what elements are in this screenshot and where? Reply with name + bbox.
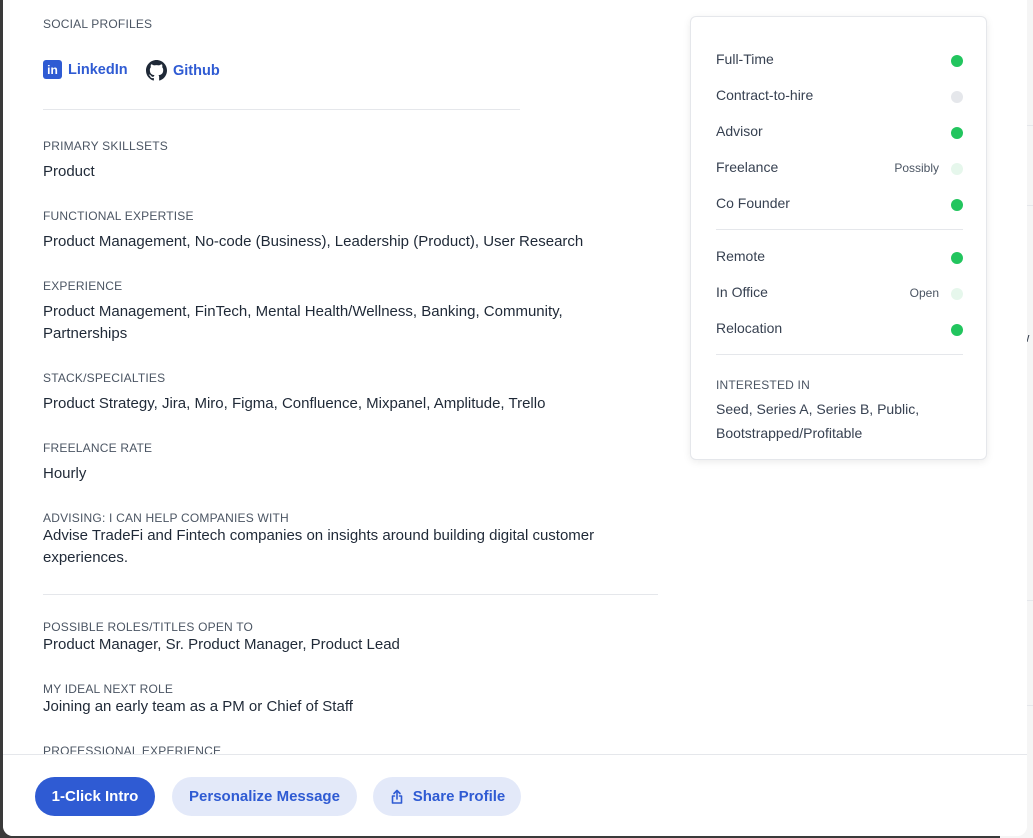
availability-status: Open [909,286,939,300]
share-profile-label: Share Profile [412,788,506,805]
status-dot [951,252,963,264]
section-value: Product Management, No-code (Business), … [43,233,584,250]
section-value: Product [43,163,95,180]
one-click-intro-button[interactable]: 1-Click Intro [35,777,155,816]
availability-label: Advisor [716,123,763,139]
availability-label: Remote [716,248,766,264]
availability-label: Relocation [716,320,783,336]
profile-modal: SOCIAL PROFILES in LinkedIn Github PRIMA… [3,0,1027,836]
availability-label: Contract-to-hire [716,87,814,103]
availability-row-remote: Remote [716,248,963,268]
section-value: Product Manager, Sr. Product Manager, Pr… [43,636,400,653]
section-label: ADVISING: I CAN HELP COMPANIES WITH [43,511,289,525]
status-dot [951,55,963,67]
section-label: POSSIBLE ROLES/TITLES OPEN TO [43,620,254,634]
section-value: Hourly [43,465,87,482]
availability-row-relocation: Relocation [716,320,963,340]
section-label: FUNCTIONAL EXPERTISE [43,209,194,223]
status-dot [951,199,963,211]
availability-label: In Office [716,284,768,300]
availability-row-freelance: Freelance Possibly [716,159,963,179]
section-value: Product Strategy, Jira, Miro, Figma, Con… [43,395,546,412]
section-label: PRIMARY SKILLSETS [43,139,169,153]
availability-label: Co Founder [716,195,790,211]
availability-card: Full-Time Contract-to-hire Advisor Freel… [690,16,987,460]
section-label: FREELANCE RATE [43,441,153,455]
availability-row-full-time: Full-Time [716,51,963,71]
github-icon [146,60,167,81]
availability-status: Possibly [894,161,939,175]
divider [43,109,520,110]
availability-label: Freelance [716,159,779,175]
divider [716,229,963,230]
interested-in-value: Seed, Series A, Series B, Public, Bootst… [716,401,920,441]
divider [43,594,658,595]
share-icon [389,789,405,805]
social-profiles-heading: SOCIAL PROFILES [43,17,153,31]
availability-row-co-founder: Co Founder [716,195,963,215]
modal-footer: 1-Click Intro Personalize Message Share … [3,754,1027,836]
availability-row-contract-to-hire: Contract-to-hire [716,87,963,107]
section-label: STACK/SPECIALTIES [43,371,166,385]
status-dot [951,91,963,103]
interested-in-heading: INTERESTED IN [716,378,810,392]
status-dot [951,163,963,175]
section-value: Advise TradeFi and Fintech companies on … [43,527,595,566]
availability-row-in-office: In Office Open [716,284,963,304]
section-value: Joining an early team as a PM or Chief o… [43,698,353,715]
availability-label: Full-Time [716,51,774,67]
section-value: Product Management, FinTech, Mental Heal… [43,303,563,342]
section-label: EXPERIENCE [43,279,123,293]
personalize-message-button[interactable]: Personalize Message [172,777,357,816]
linkedin-icon: in [43,60,62,79]
status-dot [951,127,963,139]
linkedin-link[interactable]: in LinkedIn [43,60,128,79]
github-label: Github [173,62,220,79]
availability-row-advisor: Advisor [716,123,963,143]
github-link[interactable]: Github [146,60,220,81]
divider [716,354,963,355]
section-label: MY IDEAL NEXT ROLE [43,682,174,696]
linkedin-label: LinkedIn [68,61,128,78]
status-dot [951,288,963,300]
share-profile-button[interactable]: Share Profile [373,777,521,816]
status-dot [951,324,963,336]
